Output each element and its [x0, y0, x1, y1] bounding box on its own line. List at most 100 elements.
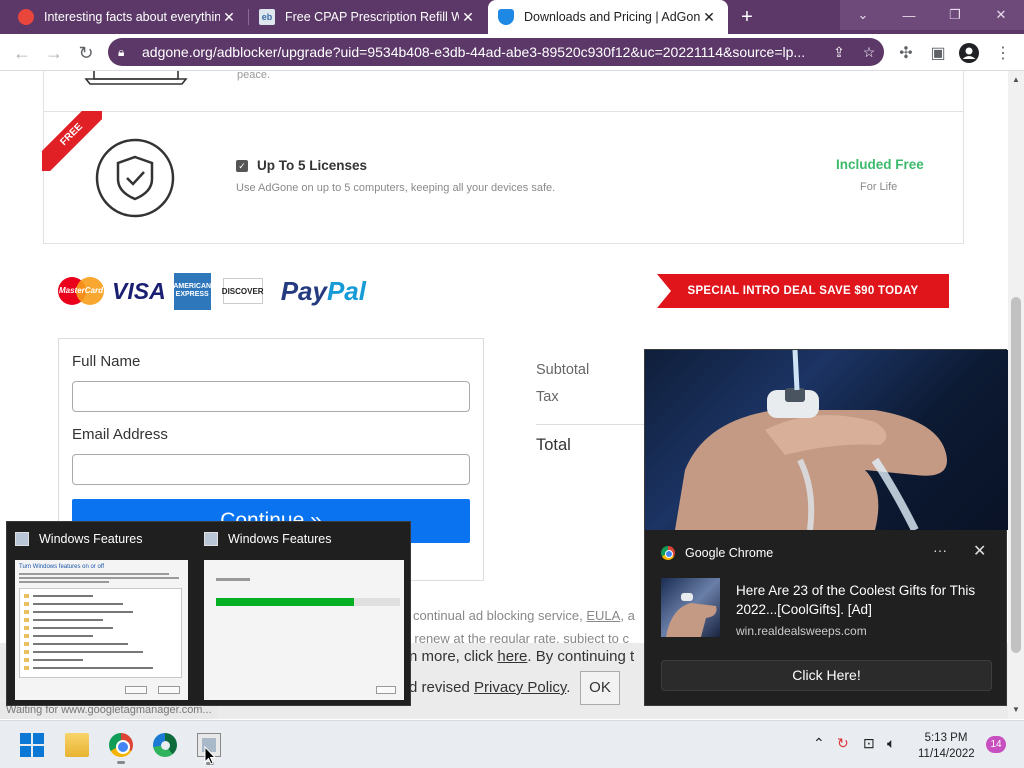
share-icon[interactable]: ⇪ [824, 44, 854, 61]
applying-changes-text [216, 578, 250, 581]
cookie-here-link[interactable]: here [497, 648, 527, 665]
scroll-down-icon[interactable]: ▼ [1012, 705, 1020, 714]
page-scrollbar[interactable]: ▲ ▼ [1008, 71, 1024, 719]
progress-bar [216, 598, 400, 606]
mastercard-logo: MasterCard [58, 277, 104, 305]
profile-avatar-icon[interactable] [958, 42, 980, 64]
email-label: Email Address [72, 426, 168, 443]
cookie-line-1: n more, click here. By continuing t [409, 648, 634, 665]
privacy-policy-link[interactable]: Privacy Policy [474, 679, 566, 696]
full-name-label: Full Name [72, 353, 141, 370]
forward-arrow-icon[interactable]: → [42, 41, 66, 65]
eb-favicon-icon: eb [259, 9, 275, 25]
tab-interesting-facts[interactable]: Interesting facts about everything ✕ [8, 0, 248, 34]
address-bar[interactable]: 🔒︎ adgone.org/adblocker/upgrade?uid=9534… [108, 38, 884, 66]
feature-card: peace. FREE ✓ Up To 5 Licenses Use AdGon… [42, 71, 964, 244]
tax-label: Tax [536, 389, 559, 405]
card-divider [44, 111, 963, 112]
chrome-notification[interactable]: Google Chrome ··· ✕ Here Are 23 of the C… [644, 349, 1008, 706]
tab-search-chevron-icon[interactable]: ⌄ [840, 0, 886, 30]
notification-app-name: Google Chrome [685, 546, 774, 560]
extensions-puzzle-icon[interactable]: ✣ [895, 42, 917, 64]
minimize-icon[interactable]: — [886, 0, 932, 30]
file-explorer-icon[interactable] [65, 733, 89, 757]
scroll-up-icon[interactable]: ▲ [1012, 75, 1020, 84]
new-tab-plus-icon[interactable]: + [736, 6, 758, 28]
cookie-text-span: . [566, 679, 571, 696]
tab-adgone[interactable]: Downloads and Pricing | AdGone ✕ [488, 0, 728, 34]
browser-toolbar: ← → ↻ 🔒︎ adgone.org/adblocker/upgrade?ui… [0, 34, 1024, 71]
tab-title: Downloads and Pricing | AdGone [524, 10, 700, 24]
text-line [19, 577, 179, 579]
tab-cpap[interactable]: eb Free CPAP Prescription Refill With ✕ [249, 0, 487, 34]
bookmark-star-icon[interactable]: ☆ [854, 44, 884, 61]
license-title: Up To 5 Licenses [257, 158, 368, 173]
policy-text-span: , a [620, 608, 635, 623]
volume-icon[interactable]: 🔈︎ [887, 735, 895, 752]
deal-banner: SPECIAL INTRO DEAL SAVE $90 TODAY [657, 274, 949, 308]
cookie-text-span: d revised [409, 679, 475, 696]
show-hidden-icons-chevron-icon[interactable]: ⌃ [813, 735, 825, 752]
start-windows-icon[interactable] [20, 733, 44, 757]
thumbnail-title: Windows Features [39, 532, 143, 546]
system-clock[interactable]: 5:13 PM 11/14/2022 [918, 730, 975, 762]
feature-list [19, 588, 182, 678]
site-favicon-icon [18, 9, 34, 25]
amex-logo: AMERICAN EXPRESS [173, 272, 211, 310]
click-here-button[interactable]: Click Here! [661, 660, 992, 691]
thumbnail-header-1[interactable]: Windows Features [15, 532, 143, 546]
mouse-cursor-icon [204, 746, 216, 765]
notification-count-badge[interactable]: 14 [986, 736, 1006, 753]
close-tab-icon[interactable]: ✕ [700, 8, 718, 26]
update-sync-icon[interactable]: ↻ [837, 735, 849, 752]
clock-time: 5:13 PM [924, 732, 968, 744]
reload-icon[interactable]: ↻ [74, 41, 98, 65]
email-input[interactable] [72, 454, 470, 485]
thumbnail-preview-2[interactable] [204, 560, 404, 700]
license-checkbox[interactable]: ✓ [236, 160, 248, 172]
thumbnail-header-2[interactable]: Windows Features [204, 532, 332, 546]
more-options-icon[interactable]: ··· [933, 542, 947, 558]
text-line [19, 573, 169, 575]
close-tab-icon[interactable]: ✕ [459, 8, 477, 26]
network-icon[interactable]: ⊡ [863, 735, 875, 752]
more-menu-icon[interactable]: ⋮ [992, 42, 1014, 64]
laptop-icon [84, 71, 188, 85]
ok-mini-button [125, 686, 147, 694]
lock-icon[interactable]: 🔒︎ [118, 45, 142, 60]
thumbnail-preview-1[interactable]: Turn Windows features on or off [15, 560, 188, 700]
side-panel-icon[interactable]: ▣ [927, 42, 949, 64]
notification-hero-image [645, 350, 1008, 530]
ribbon-text: FREE [42, 111, 102, 171]
close-mini-button [376, 686, 396, 694]
cookie-ok-button[interactable]: OK [580, 671, 620, 705]
chrome-taskbar-icon[interactable] [109, 733, 133, 764]
windows-features-icon [15, 532, 29, 546]
shield-check-icon [95, 138, 175, 218]
clock-date: 11/14/2022 [918, 748, 975, 760]
windows-features-icon [204, 532, 218, 546]
eula-link[interactable]: EULA [586, 608, 620, 623]
policy-line-1: r continual ad blocking service, EULA, a [405, 608, 635, 623]
restore-icon[interactable]: ❐ [932, 0, 978, 30]
close-tab-icon[interactable]: ✕ [220, 8, 238, 26]
full-name-input[interactable] [72, 381, 470, 412]
chrome-logo-icon [661, 546, 675, 560]
text-line [19, 581, 109, 583]
free-ribbon: FREE [42, 111, 102, 171]
visa-logo: VISA [112, 277, 166, 304]
notification-header: Google Chrome [661, 546, 773, 560]
close-notification-icon[interactable]: ✕ [973, 541, 986, 561]
cookie-text-span: n more, click [409, 648, 498, 665]
close-window-icon[interactable]: ✕ [978, 0, 1024, 30]
windows-taskbar: ⌃ ↻ ⊡ 🔈︎ 5:13 PM 11/14/2022 14 [0, 720, 1024, 768]
discover-logo: DISCOVER [222, 278, 264, 304]
included-free-label: Included Free [836, 157, 924, 172]
back-arrow-icon[interactable]: ← [10, 41, 34, 65]
url-text: adgone.org/adblocker/upgrade?uid=9534b40… [142, 44, 806, 60]
notification-title: Here Are 23 of the Coolest Gifts for Thi… [736, 583, 976, 617]
edge-taskbar-icon[interactable] [153, 733, 177, 757]
thumbnail-heading: Turn Windows features on or off [19, 564, 105, 570]
license-description: Use AdGone on up to 5 computers, keeping… [236, 182, 556, 194]
scrollbar-thumb[interactable] [1011, 297, 1021, 653]
